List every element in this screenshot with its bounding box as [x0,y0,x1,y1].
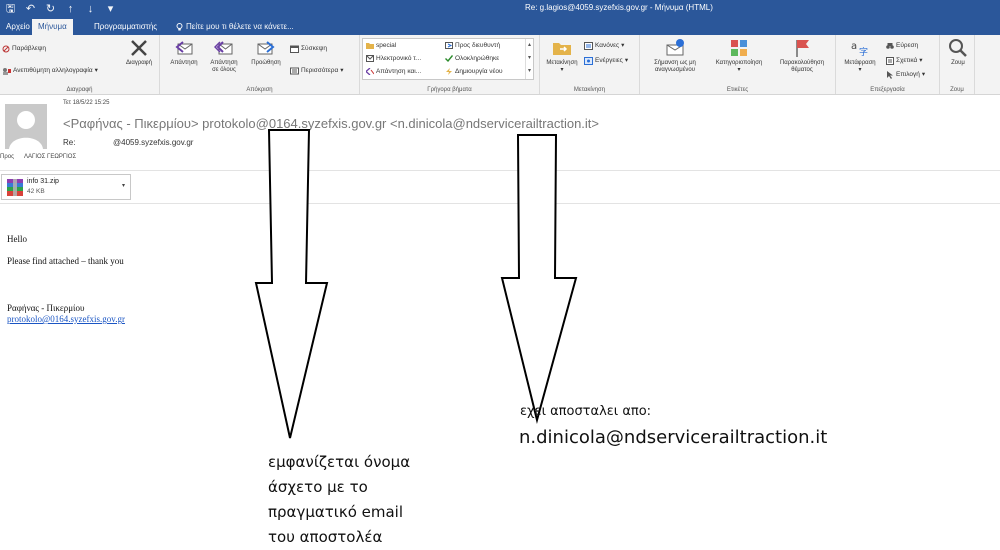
annotation-arrows [254,129,578,439]
annotation-left-line: πραγματικό email [268,503,404,521]
annotation-right-label: εχει αποσταλει απο: [520,404,652,419]
annotation-left-line: άσχετο με το [268,478,368,496]
annotation-left: εμφανίζεται όνομα άσχετο με το πραγματικ… [268,450,410,550]
arrow-right [500,134,578,424]
arrow-left [254,129,329,439]
annotation-right-email: n.dinicola@ndservicerailtraction.it [519,427,828,448]
annotation-left-line: του αποστολέα [268,528,383,546]
outlook-message-window: 🖫 ↶ ↻ ↑ ↓ ▾ Re: g.lagios@4059.syzefxis.g… [0,0,1000,550]
annotation-left-line: εμφανίζεται όνομα [268,453,411,471]
